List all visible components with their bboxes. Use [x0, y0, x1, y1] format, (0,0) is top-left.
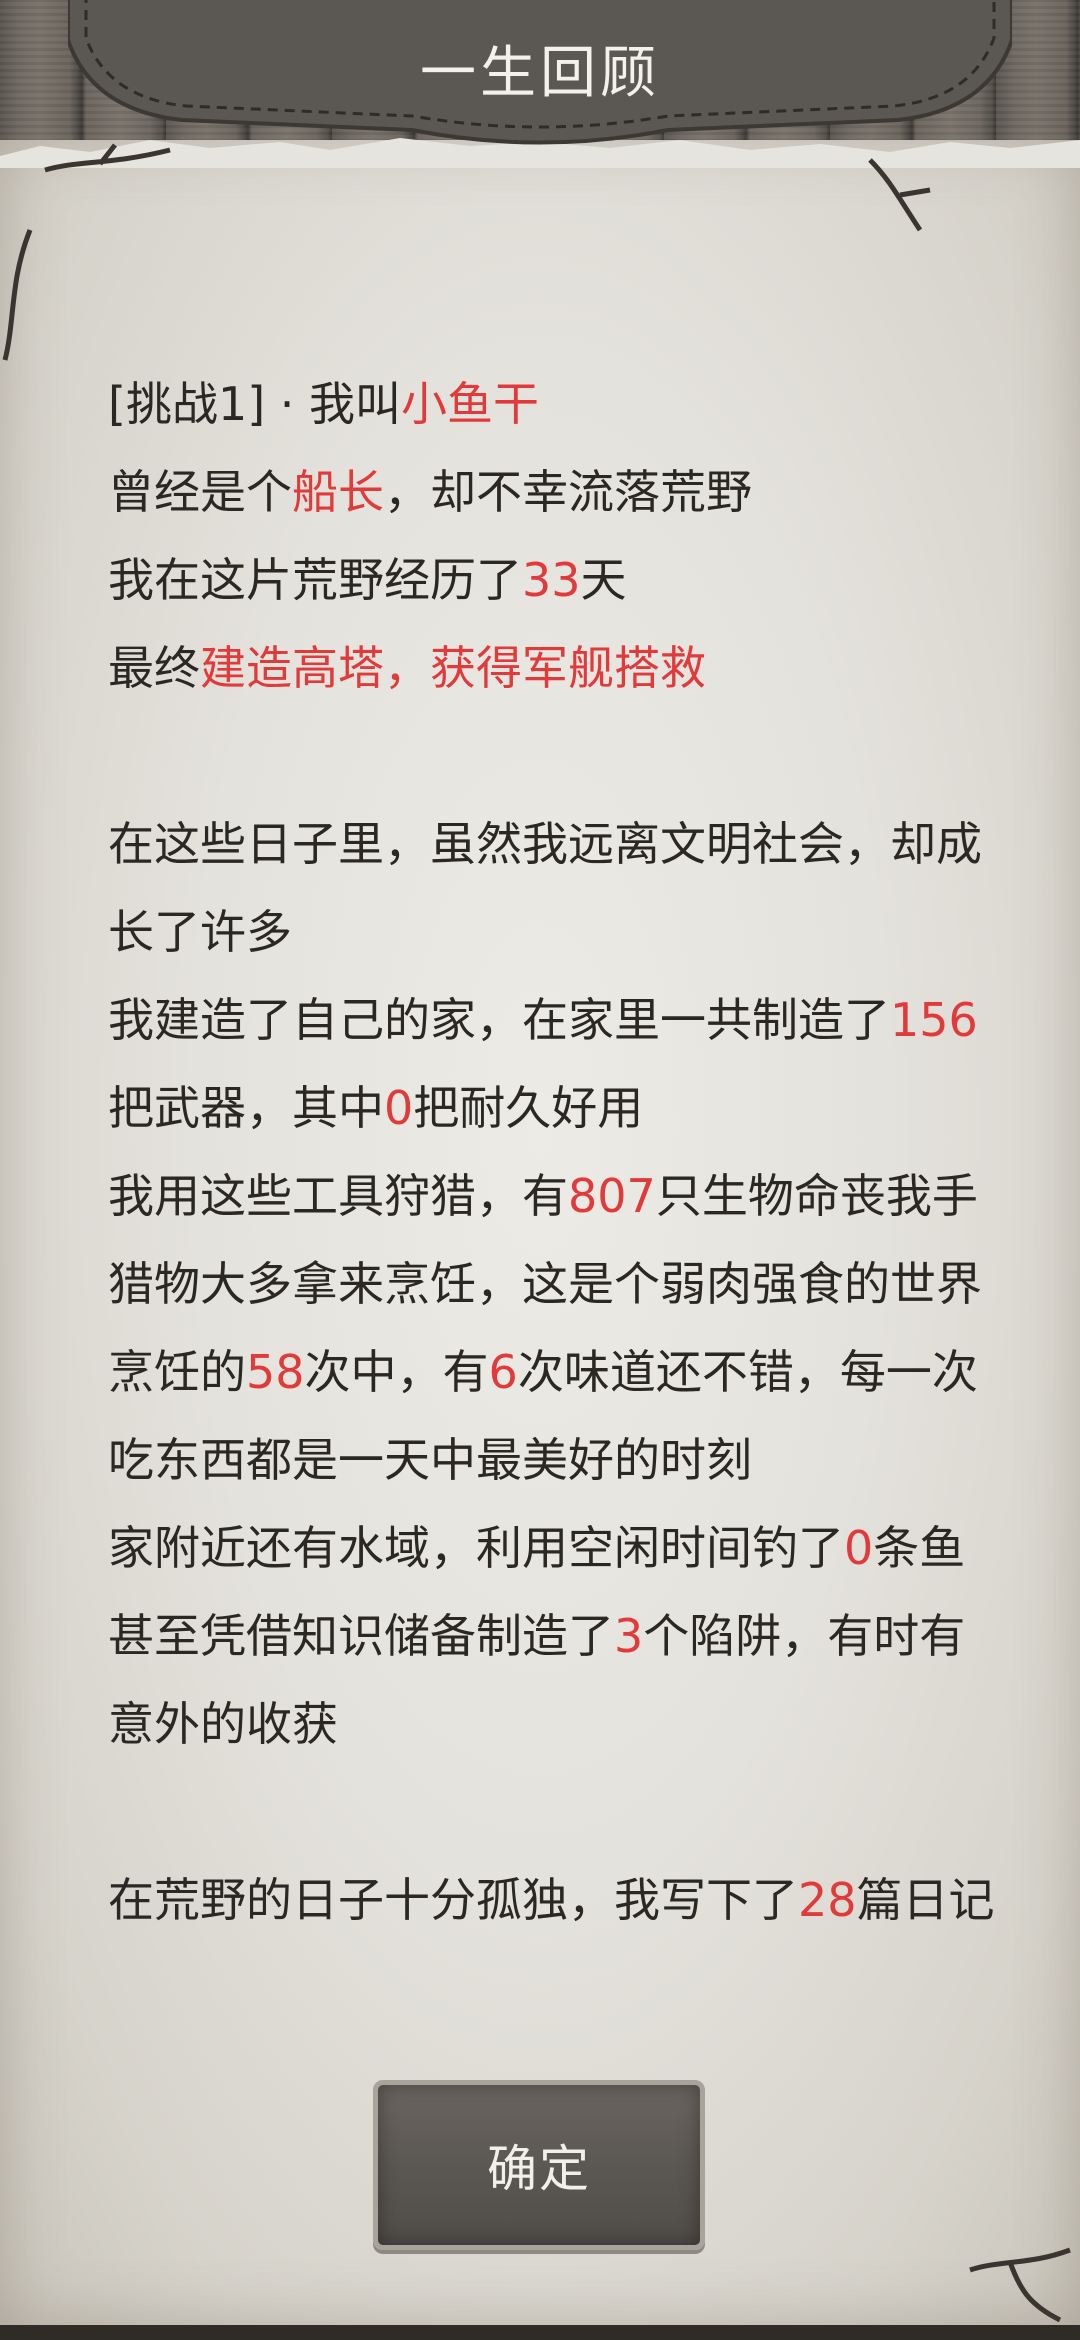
- summary-diary: 在荒野的日子十分孤独，我写下了28篇日记: [108, 1856, 995, 1944]
- summary-line: 意外的收获: [108, 1680, 988, 1768]
- summary-text: 曾经是个: [108, 465, 292, 519]
- summary-text: 最终: [108, 641, 200, 695]
- highlighted-value: 0: [844, 1521, 874, 1575]
- summary-text: 我在这片荒野经历了: [108, 553, 522, 607]
- summary-text: 猎物大多拿来烹饪，这是个弱肉强食的世界: [108, 1257, 982, 1311]
- summary-line: 我建造了自己的家，在家里一共制造了156: [108, 976, 988, 1064]
- summary-text: 把武器，其中: [108, 1081, 384, 1135]
- summary-text: 次味道还不错，每一次: [517, 1345, 978, 1399]
- summary-line: 家附近还有水域，利用空闲时间钓了0条鱼: [108, 1504, 988, 1592]
- bottom-frame: [0, 2325, 1080, 2340]
- twig-left-icon: [2, 229, 33, 361]
- branch-bottom-right-icon: [969, 2247, 1071, 2323]
- summary-line: 长了许多: [108, 888, 988, 976]
- summary-text: 在这些日子里，虽然我远离文明社会，却成: [108, 817, 982, 871]
- page-title: 一生回顾: [420, 41, 660, 106]
- summary-stats: 在这些日子里，虽然我远离文明社会，却成 长了许多我建造了自己的家，在家里一共制造了…: [108, 800, 988, 1768]
- summary-text: 家附近还有水域，利用空闲时间钓了: [108, 1521, 844, 1575]
- summary-line: 在这些日子里，虽然我远离文明社会，却成: [108, 800, 988, 888]
- highlighted-value: 3: [614, 1609, 644, 1663]
- highlighted-value: 6: [488, 1345, 518, 1399]
- highlighted-value: 807: [568, 1169, 656, 1223]
- summary-text: [挑战1] · 我叫: [108, 377, 402, 431]
- highlighted-value: 33: [522, 553, 581, 607]
- summary-text: 在荒野的日子十分孤独，我写下了: [108, 1873, 798, 1927]
- summary-line: 我在这片荒野经历了33天: [108, 536, 988, 624]
- highlighted-value: 28: [798, 1873, 857, 1927]
- life-review-text: [挑战1] · 我叫小鱼干 曾经是个船长，却不幸流落荒野 我在这片荒野经历了33天最…: [108, 360, 995, 1944]
- summary-line: 甚至凭借知识储备制造了3个陷阱，有时有: [108, 1592, 988, 1680]
- highlighted-value: 0: [384, 1081, 414, 1135]
- summary-text: 我用这些工具狩猎，有: [108, 1169, 568, 1223]
- summary-intro: [挑战1] · 我叫小鱼干 曾经是个船长，却不幸流落荒野 我在这片荒野经历了33天最…: [108, 360, 988, 712]
- summary-text: ，却不幸流落荒野: [384, 465, 752, 519]
- summary-text: 个陷阱，有时有: [643, 1609, 966, 1663]
- summary-text: 次中，有: [304, 1345, 489, 1399]
- summary-text: 甚至凭借知识储备制造了: [108, 1609, 614, 1663]
- summary-line: 把武器，其中0把耐久好用: [108, 1064, 988, 1152]
- summary-line: 烹饪的58次中，有6次味道还不错，每一次: [108, 1328, 988, 1416]
- summary-text: 我建造了自己的家，在家里一共制造了: [108, 993, 890, 1047]
- highlighted-value: 156: [890, 993, 978, 1047]
- summary-text: 烹饪的: [108, 1345, 246, 1399]
- summary-line: [挑战1] · 我叫小鱼干: [108, 360, 988, 448]
- branch-top-right-icon: [868, 158, 931, 232]
- summary-text: 只生物命丧我手: [655, 1169, 978, 1223]
- summary-text: 把耐久好用: [413, 1081, 644, 1135]
- summary-text: 长了许多: [108, 905, 292, 959]
- highlighted-value: 58: [246, 1345, 305, 1399]
- summary-line: 曾经是个船长，却不幸流落荒野: [108, 448, 988, 536]
- highlighted-value: 建造高塔，获得军舰搭救: [200, 641, 706, 695]
- confirm-button-label: 确定: [487, 2140, 591, 2198]
- summary-line: 我用这些工具狩猎，有807只生物命丧我手: [108, 1152, 988, 1240]
- summary-text: 意外的收获: [108, 1697, 338, 1751]
- summary-line: 吃东西都是一天中最美好的时刻: [108, 1416, 988, 1504]
- summary-text: 条鱼: [873, 1521, 966, 1575]
- summary-line: 在荒野的日子十分孤独，我写下了28篇日记: [108, 1856, 995, 1944]
- summary-line: 猎物大多拿来烹饪，这是个弱肉强食的世界: [108, 1240, 988, 1328]
- summary-line: 最终建造高塔，获得军舰搭救: [108, 624, 988, 712]
- highlighted-value: 小鱼干: [401, 377, 540, 431]
- summary-text: 篇日记: [856, 1873, 995, 1927]
- highlighted-value: 船长: [292, 465, 384, 519]
- summary-text: 天: [580, 553, 627, 607]
- summary-text: 吃东西都是一天中最美好的时刻: [108, 1433, 752, 1487]
- confirm-button[interactable]: 确定: [373, 2080, 705, 2250]
